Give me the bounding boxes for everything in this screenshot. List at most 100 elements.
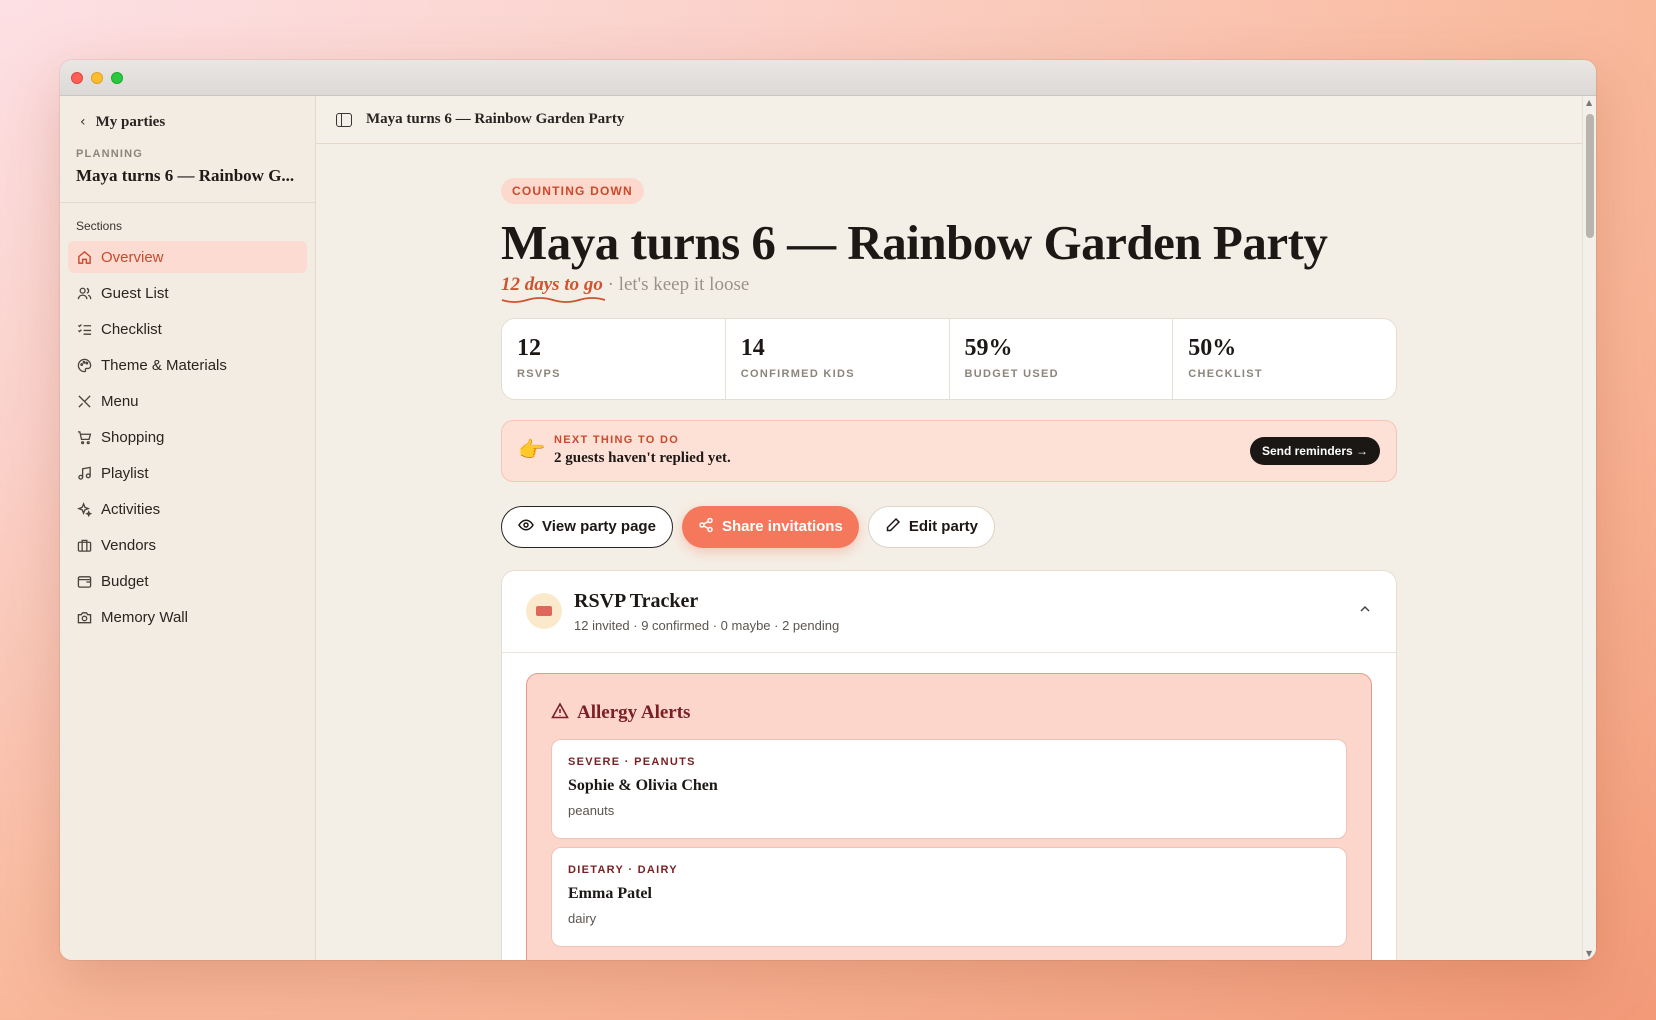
- chevron-left-icon: ‹: [80, 114, 86, 130]
- rsvp-tracker-card: RSVP Tracker 12 invited · 9 confirmed · …: [501, 569, 1397, 960]
- warning-icon: [551, 702, 569, 725]
- stat-label: BUDGET USED: [964, 367, 1059, 380]
- alert-guest-name: Sophie & Olivia Chen: [568, 776, 718, 794]
- section-nav: Overview Guest List Checklist Theme & Ma…: [60, 241, 315, 633]
- send-reminders-button[interactable]: Send reminders →: [1249, 436, 1380, 465]
- share-invitations-button[interactable]: Share invitations: [681, 505, 859, 548]
- edit-party-button[interactable]: Edit party: [867, 505, 995, 548]
- sidebar-item-budget[interactable]: Budget: [68, 565, 307, 597]
- sidebar: ‹ My parties PLANNING Maya turns 6 — Rai…: [60, 96, 316, 960]
- sidebar-item-activities[interactable]: Activities: [68, 493, 307, 525]
- utensils-icon: [76, 393, 92, 409]
- sidebar-item-label: Activities: [101, 500, 161, 518]
- sidebar-item-shopping[interactable]: Shopping: [68, 421, 307, 453]
- next-thing-banner: 👉 NEXT THING TO DO 2 guests haven't repl…: [501, 419, 1397, 482]
- main-content: Maya turns 6 — Rainbow Garden Party COUN…: [316, 96, 1596, 960]
- top-bar-title: Maya turns 6 — Rainbow Garden Party: [366, 111, 625, 127]
- scrollbar-thumb[interactable]: [1586, 114, 1594, 238]
- chevron-up-icon[interactable]: [1358, 602, 1372, 620]
- action-buttons: View party page Share invitations Edit p…: [501, 505, 1397, 548]
- countdown-label: 12 days to go: [501, 273, 603, 295]
- sidebar-item-checklist[interactable]: Checklist: [68, 313, 307, 345]
- stats-row: 12 RSVPS 14 CONFIRMED KIDS 59% BUDGET US…: [501, 317, 1397, 400]
- alert-guest-name: Emma Patel: [568, 884, 652, 902]
- stat-value: 59%: [964, 334, 1013, 361]
- stat-confirmed-kids: 14 CONFIRMED KIDS: [726, 318, 950, 399]
- list-checks-icon: [76, 321, 92, 337]
- button-label: View party page: [542, 518, 656, 536]
- sidebar-item-label: Budget: [101, 572, 149, 590]
- stat-label: CHECKLIST: [1188, 367, 1263, 380]
- stat-value: 14: [740, 334, 765, 361]
- stat-checklist: 50% CHECKLIST: [1173, 319, 1396, 399]
- planning-kicker: PLANNING: [76, 148, 144, 160]
- rsvp-summary: 12 invited · 9 confirmed · 0 maybe · 2 p…: [574, 617, 840, 633]
- users-icon: [76, 285, 92, 301]
- rsvp-tracker-header[interactable]: RSVP Tracker 12 invited · 9 confirmed · …: [502, 571, 1396, 653]
- maximize-window-button[interactable]: [111, 72, 123, 84]
- briefcase-icon: [76, 537, 92, 553]
- sidebar-item-label: Menu: [101, 392, 139, 410]
- planning-title: Maya turns 6 — Rainbow G...: [76, 166, 295, 185]
- sidebar-item-theme-materials[interactable]: Theme & Materials: [68, 349, 307, 381]
- title-bar: [60, 60, 1596, 96]
- back-link-label: My parties: [95, 113, 166, 130]
- button-label: Share invitations: [721, 518, 843, 536]
- sidebar-item-label: Guest List: [101, 284, 169, 302]
- stat-label: RSVPS: [517, 367, 561, 380]
- overview-content: COUNTING DOWN Maya turns 6 — Rainbow Gar…: [501, 178, 1397, 960]
- sidebar-item-label: Overview: [101, 248, 164, 266]
- top-bar: Maya turns 6 — Rainbow Garden Party: [316, 96, 1596, 144]
- sidebar-item-playlist[interactable]: Playlist: [68, 457, 307, 489]
- window-controls: [71, 72, 123, 84]
- close-window-button[interactable]: [71, 72, 83, 84]
- sidebar-item-label: Vendors: [101, 536, 157, 554]
- sidebar-item-label: Playlist: [101, 464, 149, 482]
- palette-icon: [76, 357, 92, 373]
- sidebar-item-label: Shopping: [101, 428, 165, 446]
- view-party-page-button[interactable]: View party page: [501, 505, 673, 548]
- stat-value: 12: [517, 334, 541, 361]
- stat-rsvps: 12 RSVPS: [502, 318, 726, 399]
- camera-icon: [76, 609, 92, 625]
- scroll-down-arrow-icon[interactable]: ▼: [1586, 949, 1592, 958]
- back-to-my-parties-link[interactable]: ‹ My parties: [60, 110, 315, 134]
- tagline: · let's keep it loose: [607, 273, 750, 295]
- sidebar-item-menu[interactable]: Menu: [68, 385, 307, 417]
- alert-severity: DIETARY · DAIRY: [568, 863, 678, 876]
- pointing-hand-icon: 👉: [518, 438, 546, 464]
- home-icon: [76, 249, 92, 265]
- sidebar-item-memory-wall[interactable]: Memory Wall: [68, 601, 307, 633]
- toggle-sidebar-icon[interactable]: [336, 112, 352, 127]
- stat-value: 50%: [1188, 334, 1237, 361]
- next-thing-message: 2 guests haven't replied yet.: [554, 450, 731, 467]
- button-label: Edit party: [908, 518, 978, 536]
- app-window: ‹ My parties PLANNING Maya turns 6 — Rai…: [60, 60, 1596, 960]
- squiggle-underline-icon: [501, 296, 606, 303]
- music-icon: [76, 465, 92, 481]
- next-thing-kicker: NEXT THING TO DO: [554, 434, 680, 447]
- sidebar-item-vendors[interactable]: Vendors: [68, 529, 307, 561]
- scroll-up-arrow-icon[interactable]: ▲: [1586, 98, 1592, 107]
- hero-subtitle: 12 days to go · let's keep it loose: [501, 273, 1397, 303]
- allergy-alert-item: SEVERE · PEANUTS Sophie & Olivia Chen pe…: [551, 738, 1347, 839]
- pencil-icon: [885, 517, 901, 537]
- minimize-window-button[interactable]: [91, 72, 103, 84]
- alert-note: dairy: [568, 910, 597, 926]
- sidebar-item-label: Theme & Materials: [101, 356, 227, 374]
- alert-severity: SEVERE · PEANUTS: [568, 755, 696, 768]
- sidebar-item-label: Checklist: [101, 320, 162, 338]
- status-badge: COUNTING DOWN: [501, 178, 644, 204]
- sidebar-item-overview[interactable]: Overview: [68, 241, 307, 273]
- alert-note: peanuts: [568, 802, 615, 818]
- cart-icon: [76, 429, 92, 445]
- allergy-alert-item: DIETARY · DAIRY Emma Patel dairy: [551, 846, 1347, 947]
- vertical-scrollbar[interactable]: ▲ ▼: [1582, 96, 1596, 960]
- rsvp-tracker-title: RSVP Tracker: [574, 589, 699, 612]
- stat-budget-used: 59% BUDGET USED: [950, 318, 1174, 399]
- allergy-alerts-header: Allergy Alerts: [551, 702, 1347, 725]
- sidebar-item-guest-list[interactable]: Guest List: [68, 277, 307, 309]
- sidebar-item-label: Memory Wall: [101, 608, 188, 626]
- allergy-alerts-title: Allergy Alerts: [577, 702, 691, 724]
- next-thing-text: NEXT THING TO DO 2 guests haven't replie…: [554, 434, 731, 467]
